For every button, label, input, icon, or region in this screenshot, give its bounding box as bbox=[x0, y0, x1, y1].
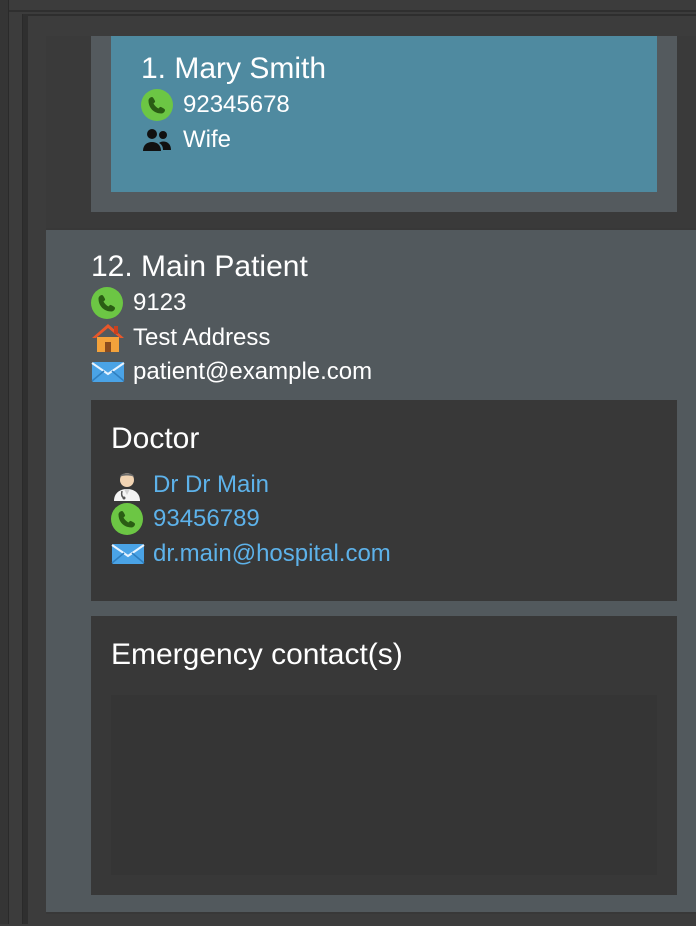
people-icon bbox=[141, 124, 173, 156]
patient-email-row: patient@example.com bbox=[91, 356, 372, 388]
doctor-phone-row: 93456789 bbox=[111, 503, 260, 535]
doctor-icon bbox=[111, 469, 143, 501]
patient-name: 12. Main Patient bbox=[91, 250, 308, 283]
phone-icon bbox=[91, 287, 123, 319]
emergency-contacts-title: Emergency contact(s) bbox=[111, 638, 403, 671]
left-edge bbox=[0, 0, 9, 924]
emergency-contact-relationship-row: Wife bbox=[141, 124, 231, 156]
patient-address-row: Test Address bbox=[91, 322, 270, 354]
emergency-contact-name: 1. Mary Smith bbox=[141, 52, 327, 85]
emergency-contacts-list[interactable] bbox=[111, 695, 657, 875]
emergency-contact-phone-row: 92345678 bbox=[141, 89, 290, 121]
phone-icon bbox=[141, 89, 173, 121]
home-icon bbox=[91, 322, 124, 354]
patient-phone-row: 9123 bbox=[91, 287, 186, 319]
doctor-email-row: dr.main@hospital.com bbox=[111, 538, 391, 570]
doctor-name-row: Dr Dr Main bbox=[111, 469, 269, 501]
phone-icon bbox=[111, 503, 143, 535]
window-top-border bbox=[0, 0, 696, 12]
mail-icon bbox=[111, 538, 145, 570]
doctor-section-title: Doctor bbox=[111, 422, 200, 455]
mail-icon bbox=[91, 356, 125, 388]
